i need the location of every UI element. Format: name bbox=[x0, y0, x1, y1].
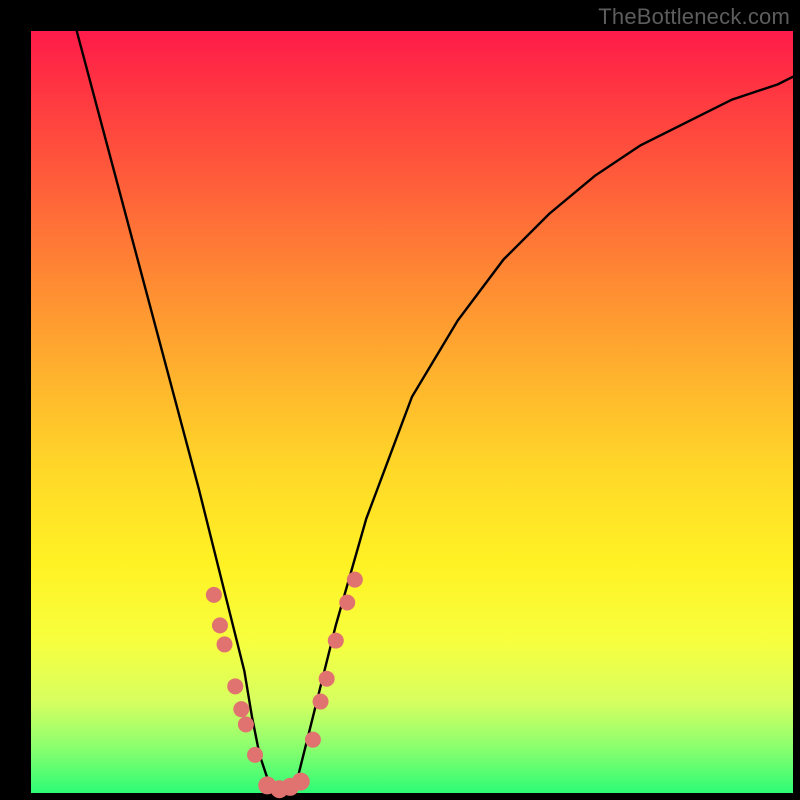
chart-frame: TheBottleneck.com bbox=[0, 0, 800, 800]
data-marker bbox=[347, 572, 363, 588]
chart-svg bbox=[31, 31, 793, 793]
data-marker bbox=[339, 595, 355, 611]
data-marker bbox=[313, 694, 329, 710]
data-marker bbox=[305, 732, 321, 748]
data-marker bbox=[292, 773, 310, 791]
data-marker bbox=[247, 747, 263, 763]
data-marker bbox=[227, 678, 243, 694]
data-marker bbox=[212, 617, 228, 633]
data-marker bbox=[206, 587, 222, 603]
data-marker bbox=[238, 716, 254, 732]
bottleneck-curve bbox=[77, 31, 793, 793]
watermark-text: TheBottleneck.com bbox=[598, 4, 790, 30]
data-marker bbox=[217, 636, 233, 652]
data-marker bbox=[328, 633, 344, 649]
curve-layer bbox=[77, 31, 793, 793]
marker-layer bbox=[206, 572, 363, 799]
data-marker bbox=[233, 701, 249, 717]
plot-area bbox=[31, 31, 793, 793]
data-marker bbox=[319, 671, 335, 687]
